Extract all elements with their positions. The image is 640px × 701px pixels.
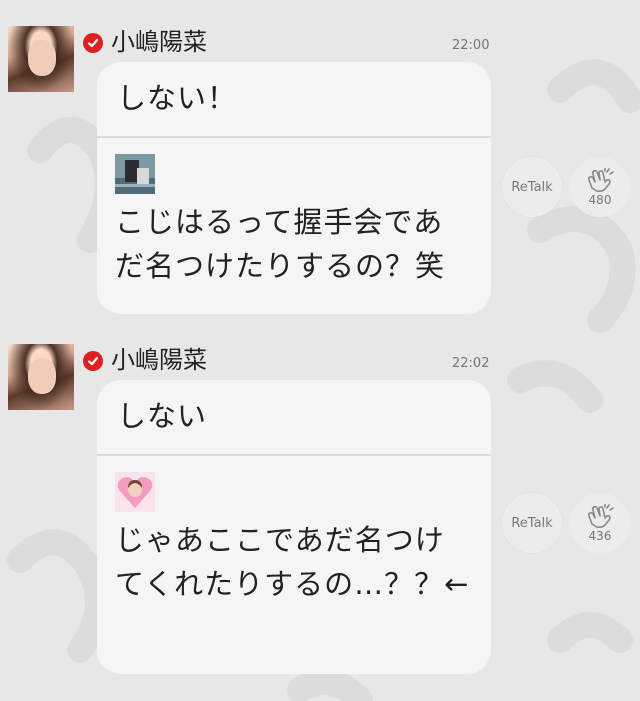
quoted-text: じゃあここであだ名つけてくれたりするの…？？← <box>115 523 470 601</box>
reply-text: しない <box>117 399 208 433</box>
message-bubble: しない！ こじはるって握手会であだ名つけたりするの？笑 <box>97 62 491 314</box>
verified-check-icon <box>83 351 103 371</box>
quoted-fan-message[interactable]: じゃあここであだ名つけてくれたりするの…？？← <box>97 456 491 606</box>
sender-name[interactable]: 小嶋陽菜 <box>111 346 207 374</box>
sender-avatar[interactable] <box>8 26 74 92</box>
clap-count: 480 <box>588 192 612 207</box>
reply-text: しない！ <box>117 81 238 115</box>
sender-avatar[interactable] <box>8 344 74 410</box>
retalk-button[interactable]: ReTalk <box>502 157 562 217</box>
message-bubble: しない じゃあここであだ名つけてくれたりするの…？？← <box>97 380 491 674</box>
clap-button[interactable]: 480 <box>570 157 630 217</box>
fan-avatar <box>115 472 155 512</box>
sender-name[interactable]: 小嶋陽菜 <box>111 28 207 56</box>
clap-button[interactable]: 436 <box>570 493 630 553</box>
clap-count: 436 <box>588 528 612 543</box>
retalk-button[interactable]: ReTalk <box>502 493 562 553</box>
fan-avatar <box>115 154 155 194</box>
clap-hands-icon <box>587 167 614 192</box>
message-time: 22:02 <box>452 356 490 371</box>
quoted-fan-message[interactable]: こじはるって握手会であだ名つけたりするの？笑 <box>97 138 491 288</box>
quoted-text: こじはるって握手会であだ名つけたりするの？笑 <box>115 205 446 283</box>
message-time: 22:00 <box>452 38 490 53</box>
clap-hands-icon <box>587 503 614 528</box>
verified-check-icon <box>83 33 103 53</box>
